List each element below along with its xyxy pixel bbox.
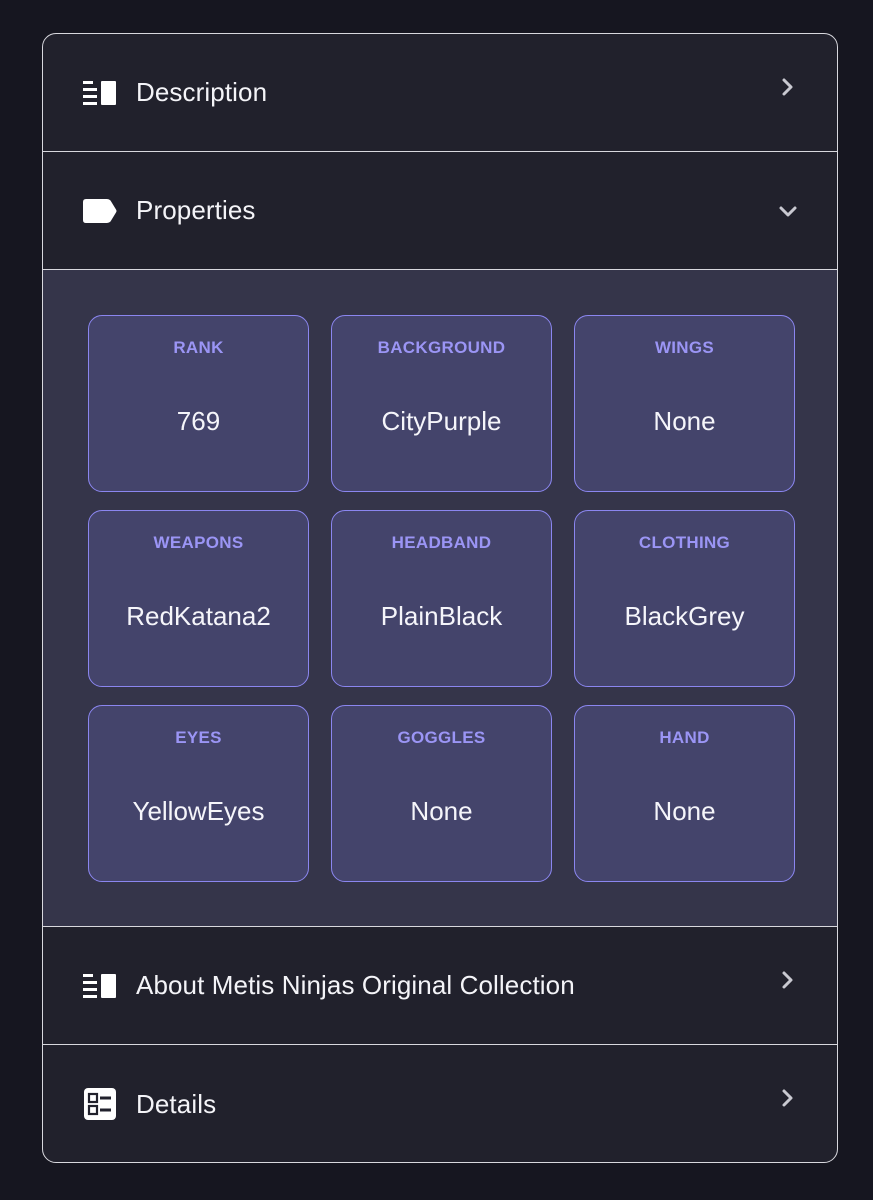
trait-card-eyes[interactable]: EYES YellowEyes bbox=[88, 705, 309, 882]
chevron-right-icon bbox=[777, 969, 799, 991]
trait-value: BlackGrey bbox=[624, 601, 745, 631]
description-icon bbox=[83, 78, 117, 108]
trait-value: None bbox=[653, 406, 716, 436]
trait-value: 769 bbox=[176, 406, 221, 436]
chevron-right-icon bbox=[777, 1087, 799, 1109]
details-label: Details bbox=[136, 1088, 217, 1119]
properties-panel: RANK 769 BACKGROUND CityPurple WINGS Non… bbox=[43, 270, 837, 927]
about-collection-section-header[interactable]: About Metis Ninjas Original Collection bbox=[43, 927, 837, 1045]
trait-value: None bbox=[653, 796, 716, 826]
trait-value: CityPurple bbox=[381, 406, 502, 436]
trait-value: PlainBlack bbox=[380, 601, 503, 631]
trait-type: BACKGROUND bbox=[377, 338, 506, 357]
trait-type: HAND bbox=[659, 728, 710, 747]
chevron-down-icon bbox=[777, 200, 799, 222]
about-collection-label: About Metis Ninjas Original Collection bbox=[136, 970, 575, 1000]
trait-value: None bbox=[410, 796, 473, 826]
description-icon bbox=[83, 971, 117, 1001]
chevron-right-icon bbox=[777, 76, 799, 98]
trait-type: CLOTHING bbox=[638, 533, 731, 552]
trait-card-background[interactable]: BACKGROUND CityPurple bbox=[331, 315, 552, 492]
trait-value: YellowEyes bbox=[132, 796, 265, 826]
properties-section-header[interactable]: Properties bbox=[43, 152, 837, 270]
properties-label: Properties bbox=[136, 195, 256, 225]
trait-card-rank[interactable]: RANK 769 bbox=[88, 315, 309, 492]
trait-card-wings[interactable]: WINGS None bbox=[574, 315, 795, 492]
trait-type: WEAPONS bbox=[153, 533, 244, 552]
trait-type: RANK bbox=[173, 338, 224, 357]
trait-card-hand[interactable]: HAND None bbox=[574, 705, 795, 882]
trait-type: EYES bbox=[175, 728, 222, 747]
tag-icon bbox=[83, 196, 117, 226]
item-details-accordion: Description Properties RANK 769 BACKGROU… bbox=[42, 33, 838, 1163]
trait-type: HEADBAND bbox=[391, 533, 492, 552]
details-icon bbox=[83, 1088, 117, 1120]
trait-type: GOGGLES bbox=[397, 728, 486, 747]
trait-card-headband[interactable]: HEADBAND PlainBlack bbox=[331, 510, 552, 687]
trait-card-goggles[interactable]: GOGGLES None bbox=[331, 705, 552, 882]
traits-grid: RANK 769 BACKGROUND CityPurple WINGS Non… bbox=[88, 315, 795, 882]
trait-value: RedKatana2 bbox=[126, 601, 271, 631]
trait-type: WINGS bbox=[654, 338, 715, 357]
trait-card-clothing[interactable]: CLOTHING BlackGrey bbox=[574, 510, 795, 687]
trait-card-weapons[interactable]: WEAPONS RedKatana2 bbox=[88, 510, 309, 687]
details-section-header[interactable]: Details bbox=[43, 1045, 837, 1162]
description-section-header[interactable]: Description bbox=[43, 34, 837, 152]
description-label: Description bbox=[136, 77, 268, 107]
